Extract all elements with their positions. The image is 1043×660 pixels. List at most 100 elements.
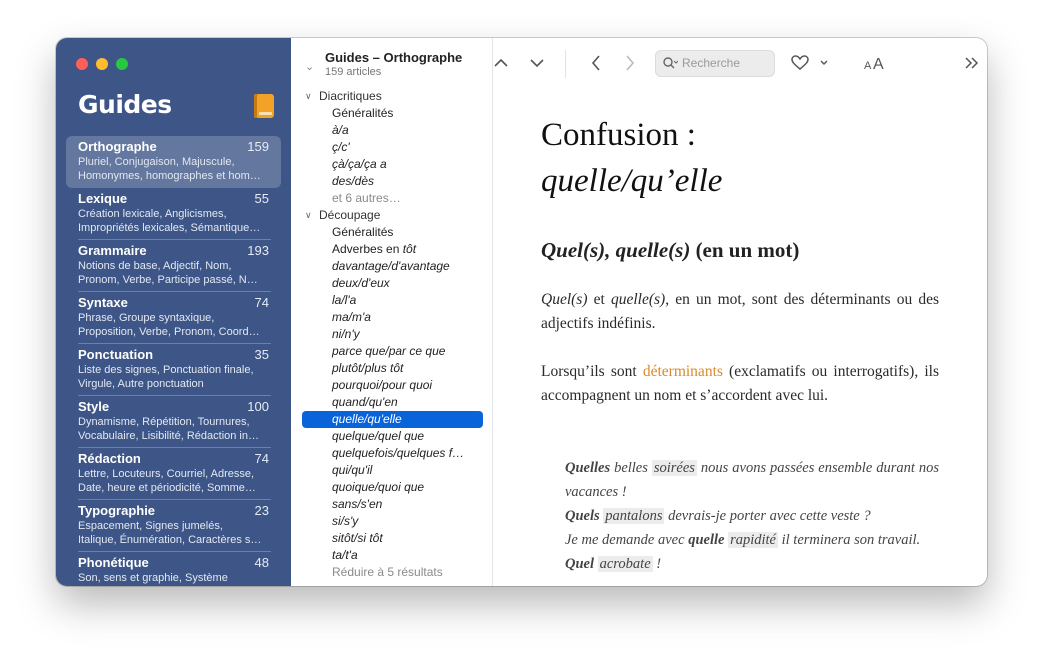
chevron-down-icon[interactable]: ⌄	[305, 60, 314, 73]
category-count: 74	[254, 295, 269, 310]
list-item[interactable]: ma/m'a	[291, 309, 493, 326]
category-count: 159	[247, 139, 269, 154]
category-desc: Son, sens et graphie, Système	[78, 572, 228, 584]
category-desc: Liste des signes, Ponctuation finale,	[78, 364, 254, 376]
example-line: Quel acrobate !	[565, 552, 939, 576]
paragraph: Quel(s) et quelle(s), en un mot, sont de…	[541, 288, 939, 336]
search-input[interactable]: Recherche	[655, 50, 775, 77]
text: et	[587, 291, 611, 308]
article-title-line2: quelle/qu’elle	[541, 163, 723, 199]
list-item[interactable]: deux/d'eux	[291, 275, 493, 292]
list-item[interactable]: quoique/quoi que	[291, 479, 493, 496]
list-item[interactable]: Généralités	[291, 105, 493, 122]
book-icon[interactable]	[254, 94, 274, 118]
list-item[interactable]: ta/t'a	[291, 547, 493, 564]
svg-text:A: A	[864, 60, 872, 72]
toolbar: Recherche AA	[493, 38, 987, 88]
article-title: Confusion : quelle/qu’elle	[541, 112, 722, 204]
list-more-item[interactable]: Réduire à 5 résultats	[291, 564, 493, 581]
disclosure-triangle-icon[interactable]: ∨	[305, 88, 312, 105]
list-item[interactable]: à/a	[291, 122, 493, 139]
chevron-down-icon[interactable]	[529, 52, 545, 80]
sidebar-item-orthographe[interactable]: Orthographe 159 Pluriel, Conjugaison, Ma…	[66, 136, 281, 188]
category-desc: Proposition, Verbe, Pronom, Coord…	[78, 326, 260, 338]
sidebar-item-syntaxe[interactable]: Syntaxe 74 Phrase, Groupe syntaxique, Pr…	[66, 292, 281, 344]
sidebar-item-grammaire[interactable]: Grammaire 193 Notions de base, Adjectif,…	[66, 240, 281, 292]
example-bold: Quel	[565, 556, 594, 572]
app-window: Guides Orthographe 159 Pluriel, Conjugai…	[56, 38, 987, 586]
category-desc: Date, heure et périodicité, Somme…	[78, 482, 256, 494]
list-item[interactable]: des/dès	[291, 173, 493, 190]
heart-icon[interactable]	[791, 52, 809, 80]
list-item[interactable]: ni/n'y	[291, 326, 493, 343]
list-item[interactable]: sitôt/si tôt	[291, 530, 493, 547]
sidebar-item-lexique[interactable]: Lexique 55 Création lexicale, Anglicisme…	[66, 188, 281, 240]
example-bold: quelle	[688, 532, 725, 548]
category-desc: Phrase, Groupe syntaxique,	[78, 312, 215, 324]
category-desc: Notions de base, Adjectif, Nom,	[78, 260, 232, 272]
text: !	[652, 556, 662, 572]
list-header: ⌄ Guides – Orthographe 159 articles	[291, 38, 493, 88]
highlight: soirées	[651, 460, 697, 476]
window-controls	[76, 58, 128, 70]
list-item[interactable]: plutôt/plus tôt	[291, 360, 493, 377]
close-window-button[interactable]	[76, 58, 88, 70]
highlight: acrobate	[597, 556, 653, 572]
list-item[interactable]: la/l'a	[291, 292, 493, 309]
forward-icon[interactable]	[623, 52, 637, 80]
list-item[interactable]: quand/qu'en	[291, 394, 493, 411]
list-item[interactable]: davantage/d'avantage	[291, 258, 493, 275]
category-list: Orthographe 159 Pluriel, Conjugaison, Ma…	[66, 136, 281, 586]
list-item[interactable]: Généralités	[291, 224, 493, 241]
category-desc: Homonymes, homographes et hom…	[78, 170, 261, 182]
list-item[interactable]: çà/ça/ça a	[291, 156, 493, 173]
section-header[interactable]: ∨ Diacritiques	[291, 88, 493, 105]
disclosure-triangle-icon[interactable]: ∨	[305, 207, 312, 224]
list-more-item[interactable]: et 6 autres…	[291, 190, 493, 207]
category-count: 100	[247, 399, 269, 414]
term: quelle(s)	[610, 291, 666, 308]
category-name: Phonétique	[78, 555, 149, 570]
sidebar-item-typographie[interactable]: Typographie 23 Espacement, Signes jumelé…	[66, 500, 281, 552]
list-item[interactable]: quelque/quel que	[291, 428, 493, 445]
section-label: Découpage	[319, 208, 381, 222]
list-item[interactable]: quelle/qu'elle	[302, 411, 483, 428]
sidebar-item-ponctuation[interactable]: Ponctuation 35 Liste des signes, Ponctua…	[66, 344, 281, 396]
search-icon	[662, 51, 679, 84]
sidebar-item-phonetique[interactable]: Phonétique 48 Son, sens et graphie, Syst…	[66, 552, 281, 586]
list-item[interactable]: qui/qu'il	[291, 462, 493, 479]
section-header[interactable]: ∨ Découpage	[291, 207, 493, 224]
sidebar-item-style[interactable]: Style 100 Dynamisme, Répétition, Tournur…	[66, 396, 281, 448]
chevron-down-icon[interactable]	[819, 52, 829, 80]
determinants-link[interactable]: déterminants	[643, 363, 723, 380]
sidebar-item-redaction[interactable]: Rédaction 74 Lettre, Locuteurs, Courriel…	[66, 448, 281, 500]
text: il terminera son travail.	[777, 532, 921, 548]
highlight: rapidité	[728, 532, 778, 548]
list-item[interactable]: sans/s'en	[291, 496, 493, 513]
section-heading: Quel(s), quelle(s) (en un mot)	[541, 238, 799, 263]
category-desc: Création lexicale, Anglicismes,	[78, 208, 227, 220]
back-icon[interactable]	[589, 52, 603, 80]
expand-icon[interactable]	[963, 52, 981, 80]
example-block: Quelles belles soirées nous avons passée…	[565, 456, 939, 576]
list-item[interactable]: si/s'y	[291, 513, 493, 530]
list-item[interactable]: pourquoi/pour quoi	[291, 377, 493, 394]
section-heading-rest: (en un mot)	[695, 238, 800, 262]
category-desc: Vocabulaire, Lisibilité, Rédaction in…	[78, 430, 259, 442]
example-line: Je me demande avec quelle rapidité il te…	[565, 528, 939, 552]
category-name: Orthographe	[78, 139, 157, 154]
text: belles	[610, 460, 652, 476]
section-label: Diacritiques	[319, 89, 382, 103]
text: Je me demande avec	[565, 532, 689, 548]
list-item[interactable]: quelquefois/quelques f…	[291, 445, 493, 462]
list-item[interactable]: Adverbes en tôt	[291, 241, 493, 258]
chevron-up-icon[interactable]	[493, 52, 509, 80]
category-desc: Dynamisme, Répétition, Tournures,	[78, 416, 250, 428]
list-item[interactable]: ç/c'	[291, 139, 493, 156]
article-list-pane: ⌄ Guides – Orthographe 159 articles ∨ Dia…	[291, 38, 493, 586]
zoom-window-button[interactable]	[116, 58, 128, 70]
example-bold: Quels	[565, 508, 600, 524]
text-size-icon[interactable]: AA	[863, 52, 887, 81]
minimize-window-button[interactable]	[96, 58, 108, 70]
list-item[interactable]: parce que/par ce que	[291, 343, 493, 360]
